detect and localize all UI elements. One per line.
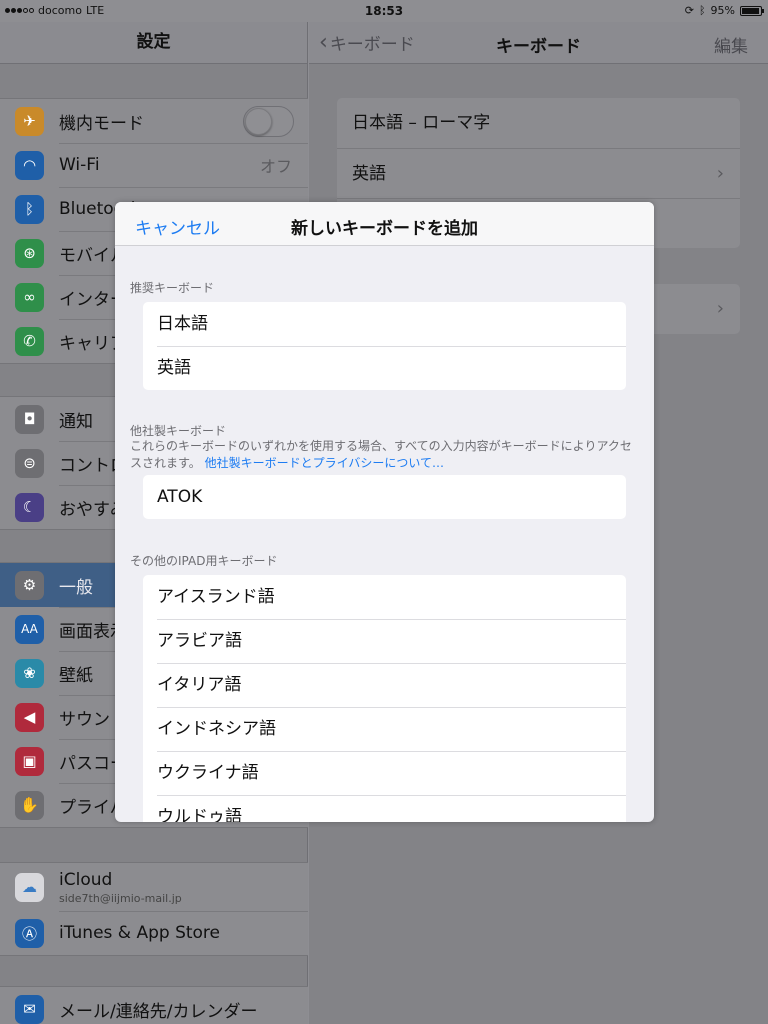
edit-button[interactable]: 編集 [714, 32, 748, 57]
keyboard-option[interactable]: アイスランド語 [143, 575, 626, 619]
icloud-account-email: side7th@iijmio-mail.jp [59, 891, 182, 905]
keyboard-option-label: 日本語 [157, 314, 208, 334]
settings-group-mail: ✉ メール/連絡先/カレンダー [0, 986, 308, 1024]
keyboard-option[interactable]: イタリア語 [143, 663, 626, 707]
keyboard-option-label: イタリア語 [157, 675, 242, 695]
keyboard-option[interactable]: ウルドゥ語 [143, 795, 626, 822]
keyboard-option[interactable]: ATOK [143, 475, 626, 519]
section-header-other: その他のIPAD用キーボード [130, 554, 278, 568]
phone-icon: ✆ [15, 326, 44, 356]
keyboard-option-label: 英語 [157, 358, 191, 378]
keyboard-option[interactable]: 英語 [143, 346, 626, 390]
bluetooth-icon: ᛒ [15, 194, 44, 224]
speaker-icon: ◀ [15, 702, 44, 732]
lock-icon: ▣ [15, 746, 44, 776]
keyboard-item[interactable]: 英語 › [337, 148, 740, 198]
gear-icon: ⚙ [15, 570, 44, 600]
bluetooth-status-icon: ᛒ [698, 4, 706, 17]
text-size-icon: AA [15, 614, 44, 644]
keyboard-option-label: インドネシア語 [157, 719, 276, 739]
keyboard-option[interactable]: 日本語 [143, 302, 626, 346]
sidebar-item-label: 通知 [59, 411, 93, 432]
keyboard-option[interactable]: インドネシア語 [143, 707, 626, 751]
icloud-text: iCloud side7th@iijmio-mail.jp [59, 870, 182, 905]
keyboard-option-label: アイスランド語 [157, 587, 275, 607]
sidebar-item-wifi[interactable]: ◠ Wi-Fi オフ [0, 143, 308, 187]
third-party-note: これらのキーボードのいずれかを使用する場合、すべての入力内容がキーボードによりア… [130, 438, 640, 472]
sidebar-item-label: iCloud [59, 869, 113, 890]
settings-group-accounts: ☁ iCloud side7th@iijmio-mail.jp Ⓐ iTunes… [0, 862, 308, 956]
third-party-privacy-link[interactable]: 他社製キーボードとプライバシーについて… [205, 456, 444, 470]
sidebar-item-icloud[interactable]: ☁ iCloud side7th@iijmio-mail.jp [0, 863, 308, 911]
airplane-icon: ✈ [15, 106, 44, 136]
sidebar-item-label: Wi-Fi [59, 155, 100, 175]
airplane-mode-toggle[interactable] [243, 105, 294, 137]
detail-nav-bar: ‹ キーボード キーボード 編集 [309, 22, 768, 64]
status-right: ⟳ ᛒ 95% [684, 4, 764, 17]
keyboard-option-label: アラビア語 [157, 631, 242, 651]
sidebar-title: 設定 [0, 22, 307, 64]
battery-icon [740, 5, 764, 16]
sidebar-item-label: メール/連絡先/カレンダー [59, 1001, 258, 1022]
modal-nav-bar: キャンセル 新しいキーボードを追加 [115, 202, 654, 246]
keyboard-item-label: 日本語 – ローマ字 [352, 113, 491, 133]
hand-icon: ✋ [15, 790, 44, 820]
app-store-icon: Ⓐ [15, 918, 44, 948]
keyboard-option[interactable]: ウクライナ語 [143, 751, 626, 795]
antenna-icon: ⊛ [15, 238, 44, 268]
wifi-icon: ◠ [15, 150, 44, 180]
detail-title: キーボード [496, 37, 581, 57]
keyboard-option-label: ウルドゥ語 [157, 807, 242, 822]
link-icon: ∞ [15, 282, 44, 312]
keyboard-option-label: ウクライナ語 [157, 763, 259, 783]
flower-icon: ❀ [15, 658, 44, 688]
chevron-right-icon: › [716, 298, 724, 319]
status-bar: docomo LTE 18:53 ⟳ ᛒ 95% [0, 0, 768, 22]
keyboard-item-label: 英語 [352, 164, 386, 184]
toggle-knob [245, 107, 272, 135]
suggested-keyboard-list: 日本語 英語 [143, 302, 626, 390]
chevron-right-icon: › [716, 163, 724, 184]
add-keyboard-modal: キャンセル 新しいキーボードを追加 推奨キーボード 日本語 英語 他社製キーボー… [115, 202, 654, 822]
modal-title: 新しいキーボードを追加 [291, 219, 478, 239]
third-party-keyboard-list: ATOK [143, 475, 626, 519]
battery-fill [742, 7, 759, 14]
notification-icon: ◘ [15, 404, 44, 434]
sidebar-item-label: iTunes & App Store [59, 923, 221, 943]
sidebar-item-label: 機内モード [59, 113, 144, 134]
sidebar-item-app-store[interactable]: Ⓐ iTunes & App Store [0, 911, 308, 955]
status-time: 18:53 [364, 4, 404, 18]
moon-icon: ☾ [15, 492, 44, 522]
orientation-lock-icon: ⟳ [684, 4, 694, 17]
keyboard-option-label: ATOK [157, 487, 203, 507]
other-keyboard-list: アイスランド語 アラビア語 イタリア語 インドネシア語 ウクライナ語 ウルドゥ語 [143, 575, 626, 822]
section-header-suggested: 推奨キーボード [130, 281, 215, 295]
sidebar-item-mail[interactable]: ✉ メール/連絡先/カレンダー [0, 987, 308, 1024]
sidebar-item-label: 壁紙 [59, 665, 93, 686]
cloud-icon: ☁ [15, 872, 44, 902]
mail-icon: ✉ [15, 994, 44, 1024]
sidebar-item-airplane[interactable]: ✈ 機内モード [0, 99, 308, 143]
wifi-status: オフ [259, 157, 292, 176]
toggles-icon: ⊜ [15, 448, 44, 478]
keyboard-item[interactable]: 日本語 – ローマ字 [337, 98, 740, 148]
sidebar-item-label: 一般 [59, 577, 93, 598]
keyboard-option[interactable]: アラビア語 [143, 619, 626, 663]
battery-percent: 95% [710, 4, 735, 17]
section-header-third-party: 他社製キーボード [130, 424, 227, 438]
